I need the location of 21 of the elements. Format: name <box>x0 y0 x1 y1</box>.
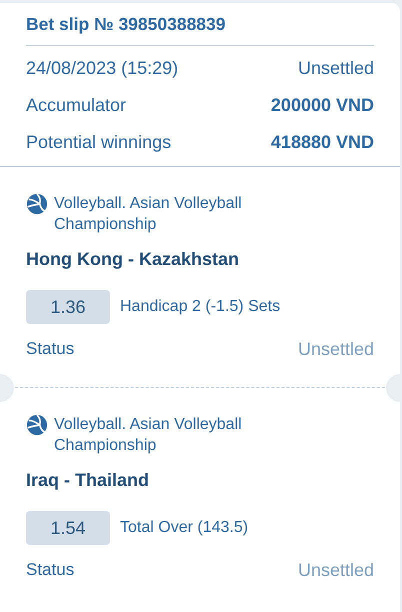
summary-label: 24/08/2023 (15:29) <box>26 58 178 79</box>
status-label: Status <box>26 339 74 360</box>
summary-value: 200000 VND <box>270 95 374 116</box>
match-name: Iraq - Thailand <box>26 470 150 491</box>
league-name: Volleyball. Asian Volleyball Championship <box>54 415 243 456</box>
odds-badge: 1.54 <box>26 511 110 545</box>
league-name: Volleyball. Asian Volleyball Championship <box>54 194 243 235</box>
match-name: Hong Kong - Kazakhstan <box>26 249 240 270</box>
summary-label: Potential winnings <box>26 132 172 153</box>
volleyball-icon <box>26 414 48 436</box>
summary-label: Accumulator <box>26 95 126 116</box>
summary-value: Unsettled <box>298 58 374 79</box>
volleyball-icon <box>26 193 48 215</box>
market-name: Handicap 2 (-1.5) Sets <box>120 298 280 316</box>
status-label: Status <box>26 560 74 581</box>
status-value: Unsettled <box>298 339 374 360</box>
status-value: Unsettled <box>298 560 374 581</box>
bet-slip-title: Bet slip № 39850388839 <box>26 12 374 46</box>
odds-badge: 1.36 <box>26 290 110 324</box>
summary-value: 418880 VND <box>270 132 374 153</box>
market-name: Total Over (143.5) <box>120 519 248 537</box>
